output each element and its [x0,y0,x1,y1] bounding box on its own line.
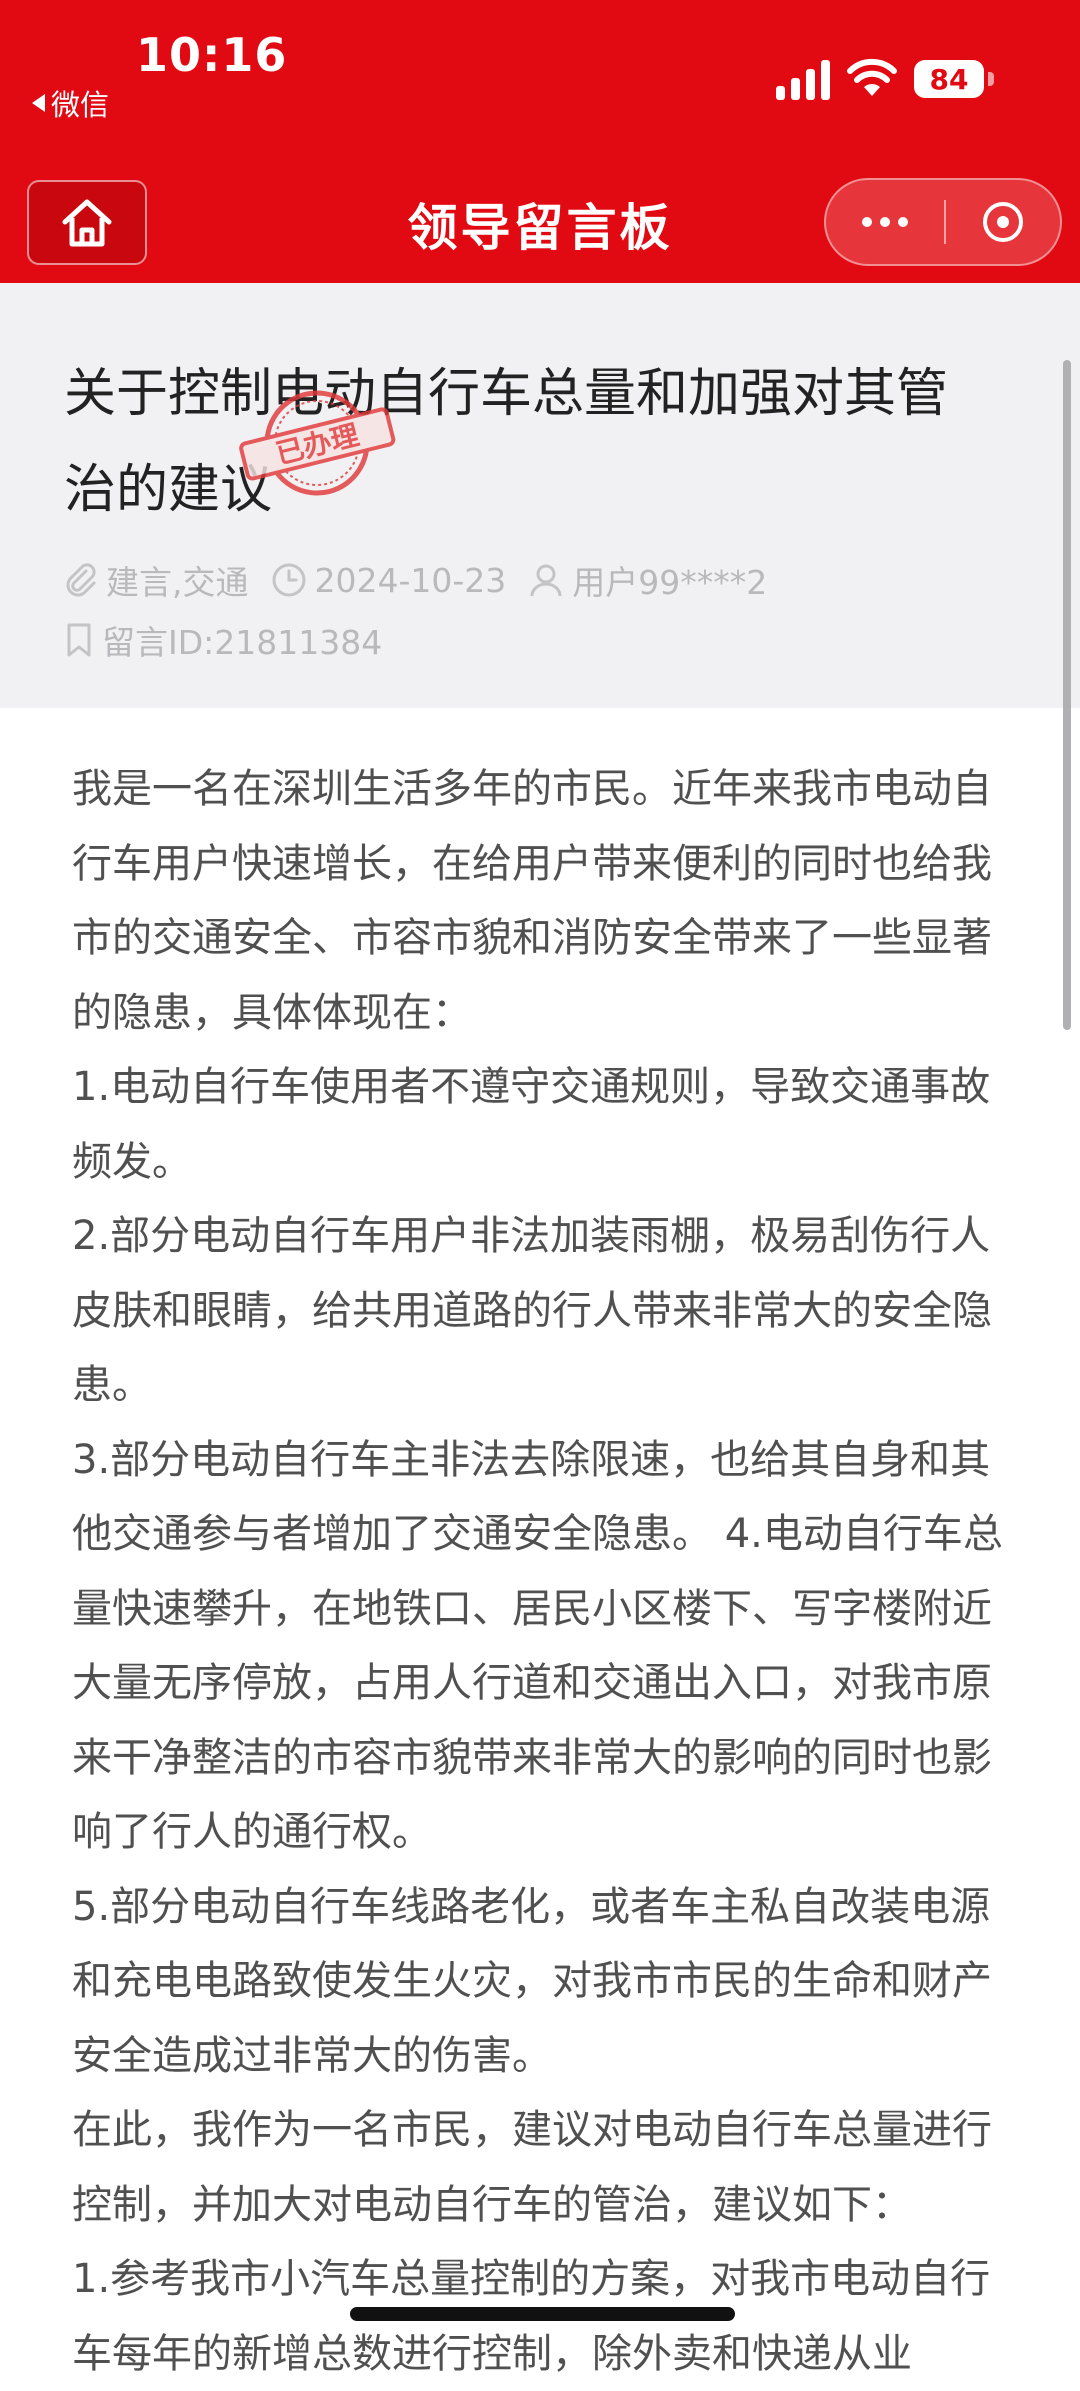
body-paragraph: 3.部分电动自行车主非法去除限速，也给其自身和其他交通参与者增加了交通安全隐患。… [72,1436,1003,1856]
status-time: 10:16 [136,28,288,82]
message-body: 我是一名在深圳生活多年的市民。近年来我市电动自行车用户快速增长，在给用户带来便利… [72,752,1007,2391]
meta-message-id-label: 留言ID:21811384 [102,623,383,662]
meta-date: 2024-10-23 [271,560,507,600]
meta-row-primary: 建言,交通 2024-10-23 用户99****2 [64,556,789,604]
body-paragraph: 5.部分电动自行车线路老化，或者车主私自改装电源和充电电路致使发生火灾，对我市市… [72,1883,992,2079]
body-paragraph: 2.部分电动自行车用户非法加装雨棚，极易刮伤行人皮肤和眼睛，给共用道路的行人带来… [72,1213,992,1408]
battery-level: 84 [929,62,969,96]
message-title: 关于控制电动自行车总量和加强对其管治的建议 [64,364,949,520]
more-button[interactable] [826,217,944,227]
battery-indicator: 84 [914,60,984,98]
meta-date-label: 2024-10-23 [314,560,507,600]
more-dots-icon [862,217,872,227]
processed-stamp: 已办理 [239,390,396,496]
meta-row-secondary: 留言ID:21811384 [64,616,404,664]
meta-tags: 建言,交通 [64,556,249,604]
meta-message-id: 留言ID:21811384 [64,616,382,664]
meta-tags-label: 建言,交通 [106,563,249,602]
cellular-signal-icon [776,58,830,100]
close-mini-program-button[interactable] [946,202,1060,242]
user-icon [530,564,562,597]
paperclip-icon [66,563,96,597]
body-paragraph: 我是一名在深圳生活多年的市民。近年来我市电动自行车用户快速增长，在给用户带来便利… [72,766,992,1036]
mini-program-capsule [824,178,1062,266]
back-app-label: 微信 [51,88,110,122]
back-to-app[interactable]: 微信 [32,82,109,124]
battery-tip-icon [988,72,994,86]
meta-user: 用户99****2 [528,556,767,604]
scrollbar[interactable] [1063,360,1071,1030]
wifi-icon [847,58,897,96]
back-arrow-icon [32,94,45,112]
body-paragraph: 1.电动自行车使用者不遵守交通规则，导致交通事故频发。 [72,1064,991,1185]
home-indicator[interactable] [350,2307,735,2321]
target-circle-icon [983,202,1023,242]
meta-user-label: 用户99****2 [572,563,768,602]
clock-icon [272,563,305,597]
body-paragraph: 在此，我作为一名市民，建议对电动自行车总量进行控制，并加大对电动自行车的管治，建… [72,2107,992,2228]
bookmark-icon [67,623,91,657]
